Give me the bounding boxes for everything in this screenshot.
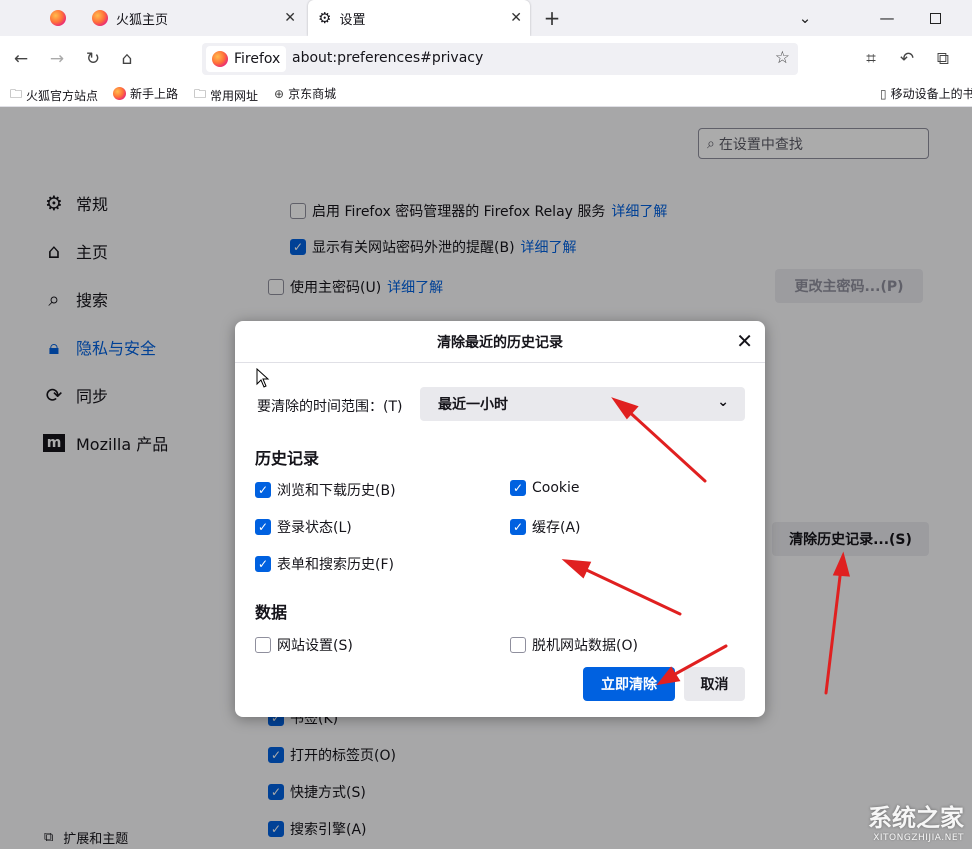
crop-icon: ⌗ xyxy=(866,49,876,69)
maximize-button[interactable] xyxy=(912,0,958,36)
url-text[interactable]: about:preferences#privacy xyxy=(292,50,483,66)
clear-history-dialog: 清除最近的历史记录 ✕ 要清除的时间范围：(T) 最近一小时 ⌄ 历史记录 ✓ 浏… xyxy=(235,321,765,717)
bookmark-star-icon[interactable]: ☆ xyxy=(775,48,790,68)
logins-checkbox[interactable]: ✓ xyxy=(255,519,271,535)
mobile-bookmarks[interactable]: ▯移动设备上的书签 xyxy=(880,85,972,102)
firefox-logo-icon xyxy=(212,51,228,67)
logins-label: 登录状态(L) xyxy=(277,520,352,536)
site-settings-label: 网站设置(S) xyxy=(277,638,353,654)
watermark-title: 系统之家 xyxy=(868,804,964,832)
browsing-history-checkbox[interactable]: ✓ xyxy=(255,482,271,498)
firefox-logo-icon xyxy=(92,10,108,26)
browsing-history-row[interactable]: ✓ 浏览和下载历史(B) xyxy=(255,480,396,500)
close-icon[interactable]: ✕ xyxy=(736,330,753,352)
plus-icon: + xyxy=(543,6,561,30)
bookmark-item[interactable]: 🗀 常用网址 xyxy=(194,85,258,106)
mouse-pointer-icon xyxy=(256,368,270,388)
offline-data-row[interactable]: 脱机网站数据(O) xyxy=(510,635,638,655)
arrow-left-icon: ← xyxy=(13,49,29,69)
cookies-row[interactable]: ✓ Cookie xyxy=(510,480,580,496)
tab-title: 设置 xyxy=(339,12,366,28)
bookmark-label: 常用网址 xyxy=(210,89,259,103)
logins-row[interactable]: ✓ 登录状态(L) xyxy=(255,517,352,537)
browsing-history-label: 浏览和下载历史(B) xyxy=(277,483,396,499)
minimize-button[interactable]: — xyxy=(864,0,910,36)
time-range-select[interactable]: 最近一小时 ⌄ xyxy=(420,387,745,421)
bookmark-item[interactable]: 新手上路 xyxy=(113,85,178,102)
cancel-button[interactable]: 取消 xyxy=(684,667,745,701)
watermark-url: XITONGZHIJIA.NET xyxy=(873,833,964,843)
new-tab-button[interactable]: + xyxy=(538,0,566,36)
clear-now-button[interactable]: 立即清除 xyxy=(583,667,675,701)
bookmark-label: 火狐官方站点 xyxy=(26,89,99,103)
cache-row[interactable]: ✓ 缓存(A) xyxy=(510,517,581,537)
puzzle-icon: ⧉ xyxy=(936,49,950,69)
folder-icon: 🗀 xyxy=(194,87,207,101)
nav-bar: ← → ↻ ⌂ Firefox about:preferences#privac… xyxy=(0,36,972,82)
maximize-icon xyxy=(929,12,941,24)
watermark: 系统之家 XITONGZHIJIA.NET xyxy=(868,798,964,843)
home-button[interactable]: ⌂ xyxy=(114,46,140,72)
cookies-label: Cookie xyxy=(532,480,580,496)
arrow-right-icon: → xyxy=(49,49,65,69)
tab-pinned-firefox[interactable] xyxy=(44,0,72,36)
bookmarks-bar: 🗀火狐官方站点 新手上路 🗀常用网址 ⊕京东商城 ▯移动设备上的书签 xyxy=(0,82,972,107)
form-history-checkbox[interactable]: ✓ xyxy=(255,556,271,572)
offline-data-checkbox[interactable] xyxy=(510,637,526,653)
minimize-icon: — xyxy=(879,9,895,27)
form-history-row[interactable]: ✓ 表单和搜索历史(F) xyxy=(255,554,394,574)
bookmark-item[interactable]: 🗀 火狐官方站点 xyxy=(10,85,98,106)
undo-icon: ↶ xyxy=(899,49,915,69)
tab-strip: 火狐主页 ✕ ⚙ 设置 ✕ + ⌄ — xyxy=(0,0,972,36)
chevron-down-icon: ⌄ xyxy=(717,394,729,410)
folder-icon: 🗀 xyxy=(10,87,23,101)
identity-label: Firefox xyxy=(234,51,281,67)
bookmark-item[interactable]: ⊕ 京东商城 xyxy=(274,85,336,102)
tab-title: 火狐主页 xyxy=(116,12,169,28)
site-settings-checkbox[interactable] xyxy=(255,637,271,653)
bookmark-label: 新手上路 xyxy=(130,87,179,101)
dialog-title: 清除最近的历史记录 xyxy=(235,321,765,363)
identity-box[interactable]: Firefox xyxy=(206,46,286,72)
close-tab-icon[interactable]: ✕ xyxy=(284,10,296,26)
screenshot-button[interactable]: ⌗ xyxy=(858,46,884,72)
forward-button[interactable]: → xyxy=(44,46,70,72)
bookmark-label: 京东商城 xyxy=(288,87,337,101)
site-settings-row[interactable]: 网站设置(S) xyxy=(255,635,353,655)
globe-icon: ⊕ xyxy=(274,86,285,101)
cache-checkbox[interactable]: ✓ xyxy=(510,519,526,535)
cache-label: 缓存(A) xyxy=(532,520,581,536)
firefox-logo-icon xyxy=(113,87,126,100)
gear-icon: ⚙ xyxy=(318,9,332,27)
history-heading: 历史记录 xyxy=(255,449,320,468)
url-bar[interactable]: Firefox about:preferences#privacy ☆ xyxy=(202,43,798,75)
time-range-value: 最近一小时 xyxy=(438,397,508,413)
home-icon: ⌂ xyxy=(121,49,133,69)
tab-settings[interactable]: ⚙ 设置 ✕ xyxy=(308,0,530,36)
time-range-label: 要清除的时间范围：(T) xyxy=(257,399,403,415)
back-button[interactable]: ← xyxy=(8,46,34,72)
tab-firefox-home[interactable]: 火狐主页 ✕ xyxy=(82,0,304,36)
bookmark-label: 移动设备上的书签 xyxy=(890,87,972,101)
form-history-label: 表单和搜索历史(F) xyxy=(277,557,394,573)
mobile-icon: ▯ xyxy=(880,86,887,101)
list-all-tabs-button[interactable]: ⌄ xyxy=(782,0,828,36)
undo-button[interactable]: ↶ xyxy=(894,46,920,72)
chevron-down-icon: ⌄ xyxy=(798,9,812,27)
firefox-logo-icon xyxy=(50,10,66,26)
extensions-button[interactable]: ⧉ xyxy=(930,46,956,72)
offline-data-label: 脱机网站数据(O) xyxy=(532,638,638,654)
data-heading: 数据 xyxy=(255,603,288,622)
close-tab-icon[interactable]: ✕ xyxy=(510,10,522,26)
cookies-checkbox[interactable]: ✓ xyxy=(510,480,526,496)
reload-button[interactable]: ↻ xyxy=(80,46,106,72)
reload-icon: ↻ xyxy=(85,49,101,69)
